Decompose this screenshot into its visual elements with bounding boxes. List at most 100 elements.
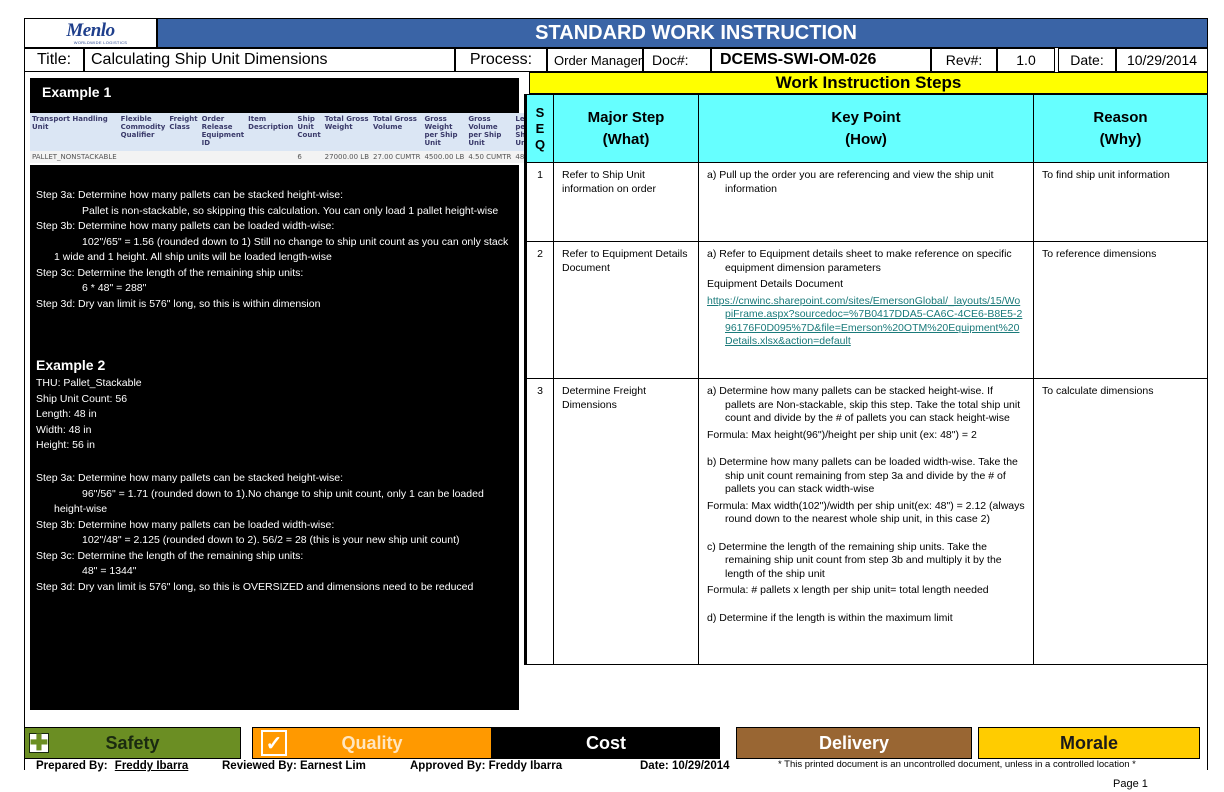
seq-number: 2 — [524, 241, 554, 379]
column-header: Total Gross Volume — [371, 113, 423, 151]
process-value-cell: Order Management — [547, 48, 643, 72]
column-header: Total Gross Weight — [322, 113, 371, 151]
step-detail: 6 * 48" = 288" — [82, 282, 147, 294]
formula-text: Formula: Max width(102")/width per ship … — [707, 499, 1025, 526]
section-title: Work Instruction Steps — [775, 73, 962, 92]
table-header-row: S E Q Major Step (What) Key Point (How) … — [524, 94, 1208, 163]
logo-text: Menlo — [66, 19, 115, 41]
key-point-text: Equipment Details Document — [707, 278, 843, 290]
table-cell: 27.00 CUMTR — [371, 151, 423, 163]
pillar-cost: Cost — [492, 727, 720, 759]
step-label: Step 3b: Determine how many pallets can … — [36, 220, 335, 232]
equipment-details-link[interactable]: https://cnwinc.sharepoint.com/sites/Emer… — [707, 295, 1025, 349]
example-info-line: THU: Pallet_Stackable — [36, 377, 142, 389]
table-cell — [167, 151, 200, 163]
reviewed-by: Reviewed By: Earnest Lim — [222, 760, 366, 772]
pillar-safety: ✚ Safety — [24, 727, 241, 759]
checkbox-icon: ✓ — [261, 730, 287, 756]
example2-title: Example 2 — [36, 357, 106, 373]
key-point-item: a) Refer to Equipment details sheet to m… — [707, 248, 1012, 274]
date-label: Date: — [1070, 52, 1104, 68]
key-point: a) Determine how many pallets can be sta… — [698, 378, 1034, 665]
rev-value: 1.0 — [1016, 52, 1036, 68]
step-label: Step 3b: Determine how many pallets can … — [36, 518, 335, 531]
pillar-delivery: Delivery — [736, 727, 972, 759]
rev-value-cell: 1.0 — [997, 48, 1055, 72]
key-point-item: c) Determine the length of the remaining… — [707, 540, 1002, 580]
seq-number: 3 — [524, 378, 554, 665]
company-logo: Menlo WORLDWIDE LOGISTICS — [24, 18, 157, 48]
column-header: Item Description — [246, 113, 296, 151]
pillar-label: Safety — [105, 732, 160, 753]
rev-label: Rev#: — [945, 52, 983, 68]
doc-value: DCEMS-SWI-OM-026 — [720, 51, 877, 68]
key-point-header: Key Point (How) — [698, 94, 1034, 163]
step-label: Step 3a: Determine how many pallets can … — [36, 189, 343, 201]
pillar-label: Cost — [586, 732, 626, 753]
doc-value-cell: DCEMS-SWI-OM-026 — [711, 48, 931, 72]
step-label: Step 3a: Determine how many pallets can … — [36, 472, 343, 484]
table-cell: 6 — [295, 151, 323, 163]
cross-icon: ✚ — [29, 730, 49, 755]
step-detail: Pallet is non-stackable, so skipping thi… — [82, 204, 499, 217]
column-header: Freight Class — [167, 113, 200, 151]
rev-label-cell: Rev#: — [931, 48, 997, 72]
disclaimer: * This printed document is an uncontroll… — [778, 759, 1136, 770]
column-header: Flexible Commodity Qualifier — [118, 113, 168, 151]
table-row: 1 Refer to Ship Unit information on order… — [524, 162, 1208, 242]
table-cell: 27000.00 LB — [322, 151, 371, 163]
step-label: Step 3d: Dry van limit is 576" long, so … — [36, 580, 474, 593]
example2-info: THU: Pallet_Stackable Ship Unit Count: 56… — [36, 376, 514, 454]
table-cell — [118, 151, 168, 163]
column-header: Transport Handling Unit — [30, 113, 119, 151]
table-cell — [246, 151, 296, 163]
pillar-quality: ✓ Quality — [252, 727, 492, 759]
reason: To calculate dimensions — [1033, 378, 1208, 665]
major-step: Refer to Ship Unit information on order — [553, 162, 699, 242]
table-cell: PALLET_NONSTACKABLE — [30, 151, 119, 163]
key-point: a) Pull up the order you are referencing… — [698, 162, 1034, 242]
table-cell: 4.50 CUMTR — [466, 151, 514, 163]
date-label-cell: Date: — [1058, 48, 1116, 72]
table-bottom-rule — [524, 664, 1208, 665]
example-info-line: Length: 48 in — [36, 408, 97, 420]
prepared-by: Prepared By: Freddy Ibarra — [36, 760, 189, 772]
title-label-cell: Title: — [24, 48, 84, 72]
major-step: Refer to Equipment Details Document — [553, 241, 699, 379]
reason-header: Reason (Why) — [1033, 94, 1208, 163]
step-detail: 96"/56" = 1.71 (rounded down to 1).No ch… — [54, 487, 484, 516]
pillar-label: Delivery — [818, 732, 890, 753]
seq-number: 1 — [524, 162, 554, 242]
example-info-line: Height: 56 in — [36, 439, 95, 451]
formula-text: Formula: Max height(96")/height per ship… — [707, 428, 977, 441]
key-point-item: a) Determine how many pallets can be sta… — [707, 385, 1021, 424]
major-step: Determine Freight Dimensions — [553, 378, 699, 665]
banner-title: STANDARD WORK INSTRUCTION — [535, 21, 857, 44]
example1-steps: Step 3a: Determine how many pallets can … — [36, 188, 514, 312]
column-header: Order Release Equipment ID — [199, 113, 247, 151]
table-row: 3 Determine Freight Dimensions a) Determin… — [524, 378, 1208, 665]
date-value-cell: 10/29/2014 — [1116, 48, 1208, 72]
reason: To find ship unit information — [1033, 162, 1208, 242]
step-label: Step 3c: Determine the length of the rem… — [36, 266, 304, 279]
table-row: 2 Refer to Equipment Details Document a) R… — [524, 241, 1208, 379]
pillar-label: Morale — [1059, 732, 1119, 753]
page-number: Page 1 — [1113, 778, 1148, 790]
column-header: Gross Weight per Ship Unit — [422, 113, 467, 151]
step-detail: 102"/48" = 2.125 (rounded down to 2). 56… — [82, 534, 460, 546]
approved-by: Approved By: Freddy Ibarra — [410, 760, 563, 772]
table-cell: 4500.00 LB — [422, 151, 467, 163]
key-point: a) Refer to Equipment details sheet to m… — [698, 241, 1034, 379]
step-detail: 102"/65" = 1.56 (rounded down to 1) Stil… — [54, 235, 509, 264]
key-point-item: b) Determine how many pallets can be loa… — [707, 456, 1018, 495]
table-cell — [199, 151, 247, 163]
doc-label-cell: Doc#: — [643, 48, 711, 72]
step-label: Step 3c: Determine the length of the rem… — [36, 549, 304, 562]
title-label: Title: — [36, 51, 72, 68]
example-info-line: Width: 48 in — [36, 423, 92, 436]
work-instruction-table: S E Q Major Step (What) Key Point (How) … — [524, 94, 1208, 665]
process-label-cell: Process: — [455, 48, 547, 72]
date-value: 10/29/2014 — [1126, 52, 1198, 68]
process-label: Process: — [469, 51, 533, 68]
pillar-morale: Morale — [978, 727, 1200, 759]
